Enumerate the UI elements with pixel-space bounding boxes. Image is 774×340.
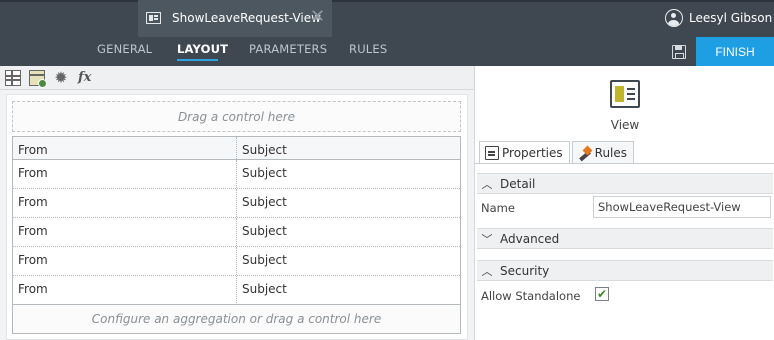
tab-properties-label: Properties — [502, 146, 563, 160]
header-from[interactable]: From — [13, 137, 236, 159]
top-rule — [0, 0, 774, 2]
section-detail[interactable]: ︿ Detail — [477, 173, 773, 194]
tab-properties[interactable]: Properties — [479, 141, 570, 164]
table-header: From Subject — [13, 137, 460, 160]
gear-icon[interactable]: ✹ — [53, 70, 69, 86]
user-name: Leesyl Gibson — [689, 11, 773, 25]
section-advanced[interactable]: ﹀ Advanced — [477, 228, 773, 249]
document-tab[interactable]: ShowLeaveRequest-View ✕ — [138, 0, 332, 37]
tab-rules-label: Rules — [594, 146, 628, 160]
section-security-title: Security — [500, 263, 550, 278]
document-title: ShowLeaveRequest-View — [172, 11, 321, 25]
save-icon[interactable] — [672, 45, 686, 59]
properties-icon — [485, 146, 499, 160]
chevron-up-icon: ︿ — [481, 264, 493, 278]
list-view-table[interactable]: From Subject From Subject From Subject F… — [12, 136, 461, 306]
cell-from[interactable]: From — [13, 189, 236, 217]
cell-subject[interactable]: Subject — [236, 218, 460, 246]
layout-toolbar: ✹ fx — [0, 66, 474, 90]
table-row[interactable]: From Subject — [13, 218, 460, 247]
panel-tabs: Properties Rules — [479, 141, 636, 164]
table-row[interactable]: From Subject — [13, 247, 460, 276]
user-avatar-icon — [665, 9, 683, 27]
tabs-divider — [475, 163, 774, 164]
cell-from[interactable]: From — [13, 247, 236, 275]
rules-icon — [578, 146, 592, 160]
section-detail-title: Detail — [500, 176, 536, 191]
finish-button[interactable]: FINISH — [696, 37, 774, 66]
name-field[interactable] — [593, 196, 771, 218]
fx-icon[interactable]: fx — [78, 70, 94, 86]
allow-standalone-checkbox[interactable]: ✔ — [595, 287, 609, 301]
tab-rules[interactable]: RULES — [349, 42, 387, 56]
properties-panel: View Properties Rules ︿ Detail Name ﹀ Ad… — [474, 66, 774, 340]
aggregation-zone[interactable]: Configure an aggregation or drag a contr… — [12, 304, 461, 334]
user-menu[interactable]: Leesyl Gibson — [665, 9, 772, 27]
table-row[interactable]: From Subject — [13, 189, 460, 218]
name-label: Name — [481, 201, 515, 215]
cell-subject[interactable]: Subject — [236, 276, 460, 305]
tab-panel-rules[interactable]: Rules — [571, 141, 635, 164]
section-security[interactable]: ︿ Security — [477, 260, 773, 281]
tab-parameters[interactable]: PARAMETERS — [249, 42, 327, 56]
section-advanced-title: Advanced — [500, 231, 560, 246]
chevron-up-icon: ︿ — [481, 177, 493, 191]
top-bar: ShowLeaveRequest-View ✕ Leesyl Gibson — [0, 0, 774, 37]
table-row[interactable]: From Subject — [13, 276, 460, 305]
cell-subject[interactable]: Subject — [236, 160, 460, 188]
cell-from[interactable]: From — [13, 276, 236, 305]
tab-general[interactable]: GENERAL — [97, 42, 152, 56]
drop-zone[interactable]: Drag a control here — [12, 101, 461, 132]
header-subject[interactable]: Subject — [236, 137, 460, 159]
grid-icon[interactable] — [5, 70, 21, 86]
tab-layout[interactable]: LAYOUT — [177, 42, 228, 56]
table-icon[interactable] — [29, 70, 47, 88]
table-row[interactable]: From Subject — [13, 160, 460, 189]
view-document-icon — [146, 12, 161, 24]
cell-from[interactable]: From — [13, 218, 236, 246]
nav-bar: GENERAL LAYOUT PARAMETERS RULES FINISH — [0, 37, 774, 66]
close-icon[interactable]: ✕ — [310, 8, 325, 26]
allow-standalone-label: Allow Standalone — [481, 289, 581, 303]
chevron-down-icon: ﹀ — [481, 232, 493, 246]
cell-from[interactable]: From — [13, 160, 236, 188]
view-icon — [610, 80, 640, 108]
object-type-label: View — [610, 118, 640, 132]
active-tab-indicator — [177, 59, 218, 61]
cell-subject[interactable]: Subject — [236, 189, 460, 217]
cell-subject[interactable]: Subject — [236, 247, 460, 275]
